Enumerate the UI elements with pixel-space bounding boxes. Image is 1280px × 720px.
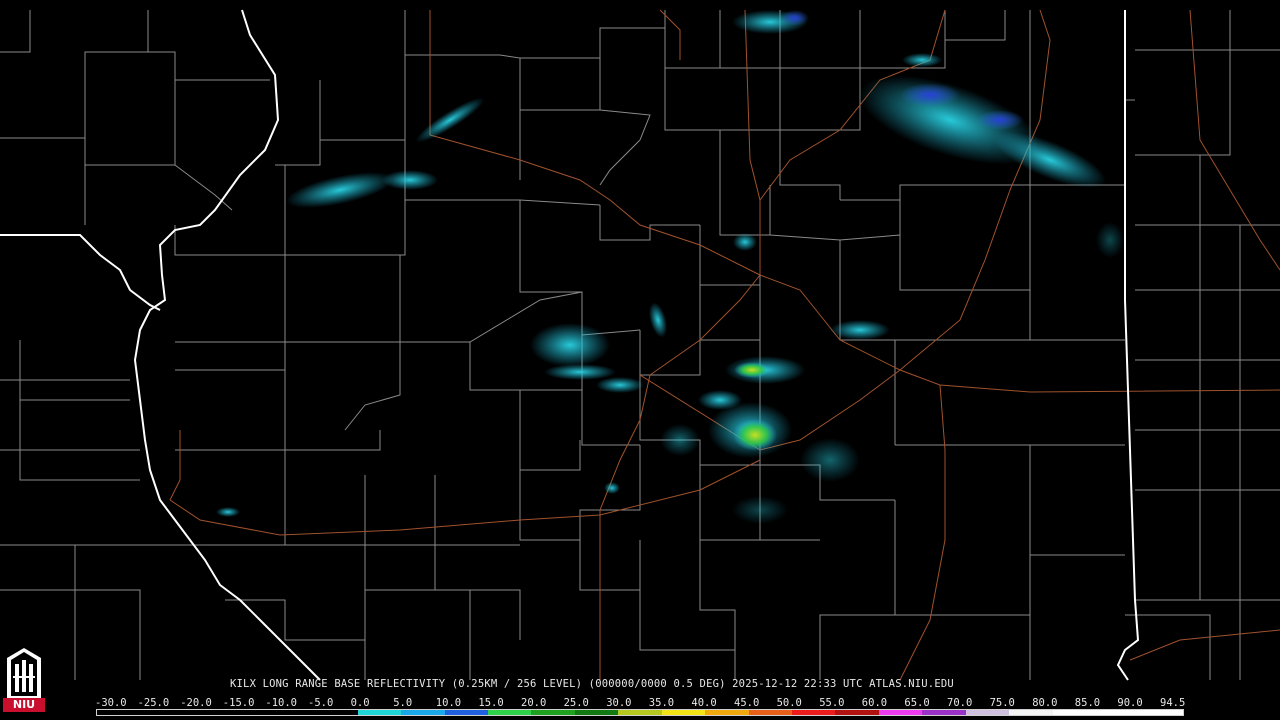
radar-product-title: KILX LONG RANGE BASE REFLECTIVITY (0.25K… (230, 678, 954, 690)
scale-label: 75.0 (989, 697, 1015, 709)
scale-label: 20.0 (521, 697, 547, 709)
scale-label: 35.0 (648, 697, 675, 709)
scale-segment (314, 710, 358, 715)
precipitation-echoes (216, 10, 1124, 524)
scale-segment (835, 710, 879, 715)
scale-segment (1009, 710, 1053, 715)
niu-tower-icon (7, 648, 41, 698)
scale-label: 65.0 (904, 697, 930, 709)
scale-segment (792, 710, 836, 715)
scale-label: 70.0 (947, 697, 973, 709)
scale-segment (878, 710, 923, 715)
scale-label: 85.0 (1074, 697, 1101, 709)
scale-label: 5.0 (393, 697, 413, 709)
scale-label: 90.0 (1117, 697, 1143, 709)
scale-segment (922, 710, 966, 715)
radar-viewer: NIU KILX LONG RANGE BASE REFLECTIVITY (0… (0, 0, 1280, 720)
scale-label: 25.0 (563, 697, 589, 709)
scale-segment (965, 710, 1010, 715)
county-lines (0, 10, 1280, 680)
color-scale-bar (96, 709, 1184, 716)
scale-label: 80.0 (1032, 697, 1058, 709)
scale-label: -30.0 (95, 697, 127, 709)
scale-segment (618, 710, 662, 715)
scale-label: 15.0 (478, 697, 504, 709)
scale-label: -5.0 (308, 697, 334, 709)
scale-label: 60.0 (861, 697, 888, 709)
scale-segment (140, 710, 184, 715)
scale-segment (1096, 710, 1140, 715)
scale-segment (270, 710, 315, 715)
scale-label: 40.0 (691, 697, 717, 709)
scale-segment (661, 710, 706, 715)
logo-text: NIU (3, 698, 45, 712)
scale-segment (531, 710, 575, 715)
scale-segment (401, 710, 445, 715)
scale-segment (183, 710, 228, 715)
scale-segment (487, 710, 532, 715)
scale-segment (227, 710, 271, 715)
scale-label: 50.0 (776, 697, 802, 709)
scale-segment (705, 710, 749, 715)
scale-label: -15.0 (222, 697, 255, 709)
scale-label: -25.0 (137, 697, 170, 709)
scale-label: 0.0 (350, 697, 370, 709)
scale-segment (357, 710, 402, 715)
scale-segment (97, 710, 141, 715)
scale-label: -10.0 (265, 697, 297, 709)
scale-label: 30.0 (606, 697, 632, 709)
niu-logo: NIU (3, 646, 45, 716)
scale-segment (748, 710, 792, 715)
scale-segment (574, 710, 619, 715)
scale-label: 55.0 (819, 697, 845, 709)
scale-segment (444, 710, 488, 715)
color-scale-labels: -30.0 -25.0 -20.0 -15.0 -10.0 -5.0 0.0 5.0 10.0 1… (95, 697, 1195, 709)
scale-segment (1052, 710, 1097, 715)
scale-label: 45.0 (734, 697, 760, 709)
scale-label: -20.0 (180, 697, 212, 709)
radar-map[interactable] (0, 0, 1280, 720)
highway-lines (169, 9, 1280, 681)
scale-segment (1139, 710, 1183, 715)
scale-label: 94.5 (1160, 697, 1186, 709)
scale-label: 10.0 (435, 697, 462, 709)
